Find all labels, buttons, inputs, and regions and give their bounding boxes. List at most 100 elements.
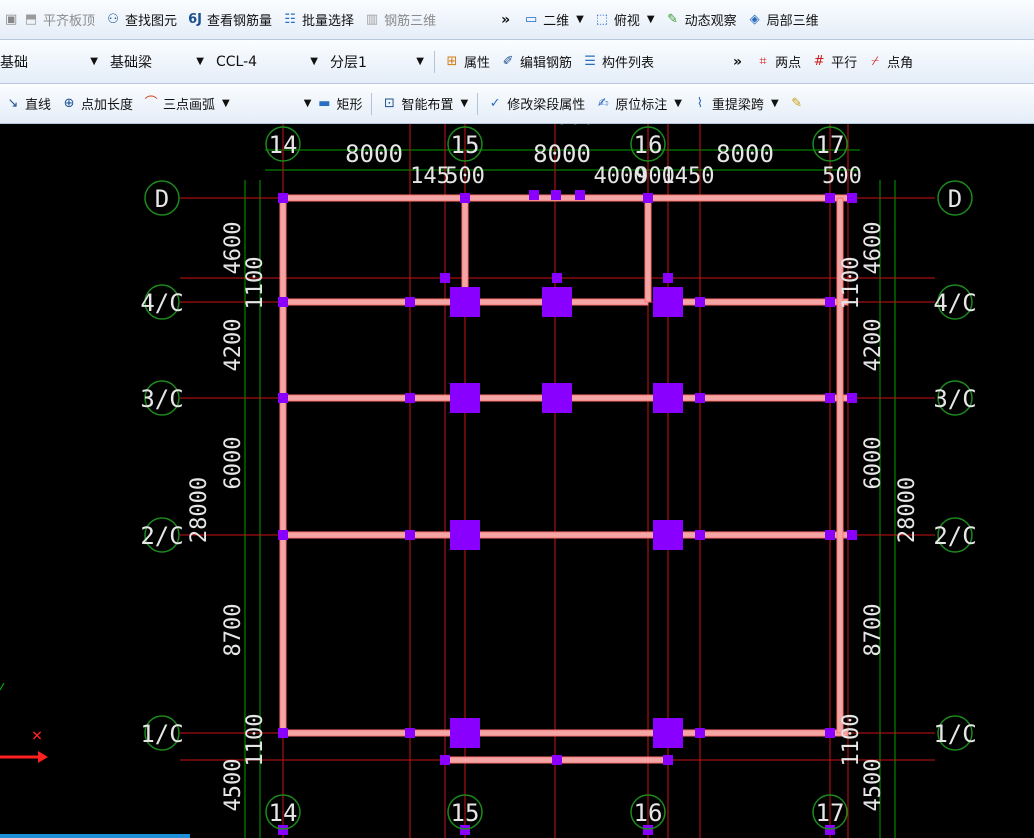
column-node[interactable] [847, 193, 857, 203]
column-node[interactable] [847, 393, 857, 403]
local-3d-icon: ◈ [749, 11, 760, 27]
column-node[interactable] [552, 755, 562, 765]
right-dimension: 6000 [861, 437, 886, 490]
parallel-button[interactable]: # 平行 [806, 49, 862, 75]
column-node[interactable] [695, 393, 705, 403]
column-node[interactable] [825, 297, 835, 307]
draw-mode-dropdown[interactable]: ▼ [304, 98, 312, 109]
chevron-down-icon: ▼ [646, 14, 655, 25]
view-2d-dropdown[interactable]: ▭ 二维 ▼ [518, 7, 589, 33]
column-node[interactable] [551, 190, 561, 200]
column-node[interactable] [278, 193, 288, 203]
column-large[interactable] [450, 287, 480, 317]
column-node[interactable] [405, 530, 415, 540]
binoculars-icon: ⚇ [107, 11, 119, 27]
view-top-dropdown[interactable]: ⬚ 俯视 ▼ [589, 7, 660, 33]
column-node[interactable] [575, 190, 585, 200]
column-node[interactable] [278, 297, 288, 307]
column-large[interactable] [542, 383, 572, 413]
toolbar1-overflow-button[interactable]: » [493, 12, 518, 28]
toolbar-row-3: ↘ 直线 ⊕ 点加长度 ⌒ 三点画弧 ▼ ▼ ▬ 矩形 ⊡ 智能布置 ▼ ✓ 修… [0, 84, 1034, 124]
column-node[interactable] [825, 728, 835, 738]
beam-2c[interactable] [282, 531, 849, 539]
toolbar-partial-icon[interactable]: ▣ [0, 7, 18, 33]
axis-bubble-bottom-label: 17 [816, 799, 845, 827]
toolbar-row-2: 基础 ▼ 基础梁 ▼ CCL-4 ▼ 分层1 ▼ ⊞ 属性 ✐ 编辑钢筋 ☰ 构… [0, 40, 1034, 84]
column-node[interactable] [278, 728, 288, 738]
label-pencil-icon: ✍ [597, 95, 609, 111]
dynamic-view-button[interactable]: ✎ 动态观察 [660, 7, 742, 33]
column-large[interactable] [542, 287, 572, 317]
column-node[interactable] [847, 530, 857, 540]
column-large[interactable] [653, 287, 683, 317]
axis-bubble-left-label: 2/C [140, 522, 183, 550]
align-slab-top-button[interactable]: ⬒ 平齐板顶 [18, 7, 100, 33]
column-node[interactable] [695, 297, 705, 307]
column-node[interactable] [643, 193, 653, 203]
left-dimension: 28000 [187, 477, 212, 543]
re-extract-span-dropdown[interactable]: ⌇ 重提梁跨 ▼ [687, 91, 784, 117]
rectangle-icon: ▬ [318, 95, 331, 111]
layer-select[interactable]: 分层1 ▼ [324, 50, 430, 74]
member-select[interactable]: CCL-4 ▼ [210, 50, 324, 74]
category-select[interactable]: 基础梁 ▼ [104, 50, 210, 74]
column-large[interactable] [450, 718, 480, 748]
beam-14[interactable] [279, 197, 287, 734]
cad-drawing[interactable]: 14 14 15 15 16 16 17 17 D D 4/C 4/C 3/C 3/C 2/C 2/C 1/C 1… [0, 124, 1034, 838]
list-icon: ☰ [584, 53, 596, 69]
column-node[interactable] [460, 193, 470, 203]
in-situ-label-dropdown[interactable]: ✍ 原位标注 ▼ [590, 91, 687, 117]
column-node[interactable] [440, 273, 450, 283]
column-node[interactable] [663, 273, 673, 283]
two-points-button[interactable]: ⌗ 两点 [750, 49, 806, 75]
edit-rebar-button[interactable]: ✐ 编辑钢筋 [495, 49, 577, 75]
rebar-3d-button[interactable]: ▥ 钢筋三维 [359, 7, 441, 33]
column-large[interactable] [653, 520, 683, 550]
column-node[interactable] [552, 273, 562, 283]
view-rebar-quantity-button[interactable]: 6J 查看钢筋量 [182, 7, 277, 33]
column-node[interactable] [663, 755, 673, 765]
column-large[interactable] [450, 383, 480, 413]
line-button[interactable]: ↘ 直线 [0, 91, 56, 117]
column-node[interactable] [695, 530, 705, 540]
column-node[interactable] [825, 393, 835, 403]
drawing-canvas[interactable]: 14 14 15 15 16 16 17 17 D D 4/C 4/C 3/C 3/C 2/C 2/C 1/C 1… [0, 124, 1034, 838]
floor-select[interactable]: 基础 ▼ [0, 50, 104, 74]
local-3d-button[interactable]: ◈ 局部三维 [742, 7, 824, 33]
modify-segment-button[interactable]: ✓ 修改梁段属性 [482, 91, 590, 117]
batch-select-button[interactable]: ☷ 批量选择 [277, 7, 359, 33]
beam-15-top[interactable] [461, 197, 469, 303]
rectangle-button[interactable]: ▬ 矩形 [311, 91, 367, 117]
top-sub-dimension: 145 [410, 164, 450, 189]
column-node[interactable] [405, 728, 415, 738]
column-node[interactable] [405, 297, 415, 307]
column-node[interactable] [825, 530, 835, 540]
arc-3pt-dropdown[interactable]: ⌒ 三点画弧 ▼ [138, 91, 235, 117]
column-node[interactable] [695, 728, 705, 738]
point-plus-length-button[interactable]: ⊕ 点加长度 [56, 91, 138, 117]
column-node[interactable] [278, 530, 288, 540]
column-large[interactable] [653, 718, 683, 748]
brush-button[interactable]: ✎ [784, 91, 810, 117]
ucs-x-marker: × [32, 725, 43, 746]
column-node[interactable] [405, 393, 415, 403]
chevron-down-icon: ▼ [576, 14, 584, 25]
beam-d[interactable] [282, 194, 849, 202]
column-node[interactable] [440, 755, 450, 765]
member-list-button[interactable]: ☰ 构件列表 [577, 49, 659, 75]
toolbar2-overflow-button[interactable]: » [725, 54, 750, 70]
column-node[interactable] [529, 190, 539, 200]
column-node[interactable] [825, 193, 835, 203]
column-node[interactable] [278, 393, 288, 403]
properties-button[interactable]: ⊞ 属性 [439, 49, 495, 75]
beam-1c[interactable] [282, 729, 849, 737]
smart-layout-dropdown[interactable]: ⊡ 智能布置 ▼ [376, 91, 473, 117]
column-large[interactable] [450, 520, 480, 550]
point-angle-button[interactable]: ⌿ 点角 [862, 49, 918, 75]
edit-pencil-icon: ✐ [502, 53, 514, 69]
brush-icon: ✎ [791, 95, 803, 111]
column-large[interactable] [653, 383, 683, 413]
find-element-button[interactable]: ⚇ 查找图元 [100, 7, 182, 33]
beam-16-top[interactable] [644, 197, 652, 303]
ucs-arrow [38, 751, 48, 763]
